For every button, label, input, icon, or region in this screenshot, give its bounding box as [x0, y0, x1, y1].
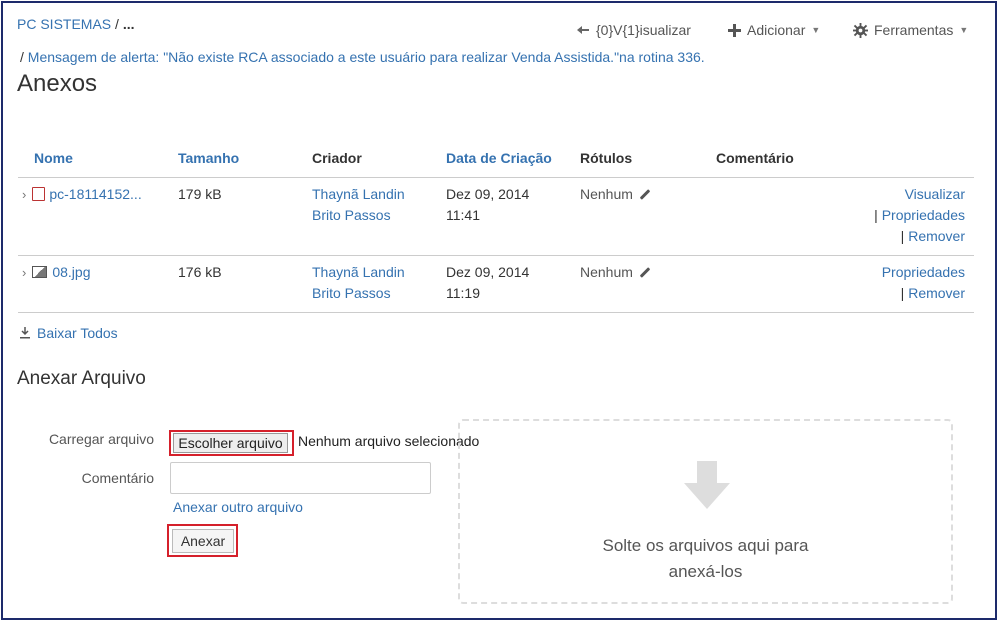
comment-label: Comentário [81, 470, 154, 486]
breadcrumb-separator: / [115, 16, 119, 32]
file-size: 179 kB [178, 186, 222, 202]
time-line: 11:19 [446, 285, 480, 301]
attach-another-link[interactable]: Anexar outro arquivo [173, 499, 303, 515]
action-separator: | [900, 228, 905, 244]
drop-zone[interactable]: Solte os arquivos aqui para anexá-los [458, 419, 953, 604]
creator-line: Thaynã Landin [312, 264, 405, 280]
labels-cell[interactable]: Nenhum [580, 184, 651, 205]
creator-link[interactable]: Thaynã Landin Brito Passos [312, 184, 405, 226]
attach-section-title: Anexar Arquivo [17, 368, 146, 389]
column-header-created[interactable]: Data de Criação [446, 150, 552, 166]
chevron-right-icon[interactable]: › [22, 187, 26, 202]
download-all-label: Baixar Todos [37, 325, 118, 341]
time-line: 11:41 [446, 207, 480, 223]
arrow-left-icon [577, 26, 589, 34]
caret-down-icon: ▼ [811, 25, 821, 35]
attach-button[interactable]: Anexar [172, 529, 234, 553]
creator-link[interactable]: Thaynã Landin Brito Passos [312, 262, 405, 304]
remove-action-link[interactable]: Remover [908, 228, 965, 244]
no-file-text: Nenhum arquivo selecionado [298, 433, 480, 449]
breadcrumb-more[interactable]: ... [123, 16, 135, 32]
download-all-link[interactable]: Baixar Todos [19, 325, 118, 341]
action-separator: | [900, 285, 905, 301]
created-date: Dez 09, 2014 11:41 [446, 184, 529, 226]
drop-text-line2: anexá-los [668, 562, 743, 581]
page-title: Anexos [17, 70, 98, 97]
arrow-down-icon [684, 461, 730, 509]
remove-action-link[interactable]: Remover [908, 285, 965, 301]
properties-action-link[interactable]: Propriedades [882, 262, 965, 283]
choose-file-button[interactable]: Escolher arquivo [173, 433, 288, 453]
image-file-icon [32, 266, 48, 278]
view-label: {0}V{1}isualizar [596, 22, 691, 38]
date-line: Dez 09, 2014 [446, 264, 530, 280]
comment-input[interactable] [170, 462, 431, 494]
alert-link[interactable]: Mensagem de alerta: "Não existe RCA asso… [28, 49, 705, 65]
view-button[interactable]: {0}V{1}isualizar [576, 22, 691, 38]
file-name-link[interactable]: 08.jpg [52, 264, 90, 280]
creator-line: Brito Passos [312, 285, 391, 301]
caret-down-icon: ▼ [959, 25, 969, 35]
breadcrumb: PC SISTEMAS / ... [17, 16, 134, 32]
label-text: Nenhum [580, 264, 633, 280]
table-divider [18, 177, 974, 178]
table-row: › 08.jpg [22, 262, 91, 283]
table-divider [18, 255, 974, 256]
file-name-link[interactable]: pc-18114152... [49, 186, 141, 202]
column-header-creator: Criador [312, 150, 362, 166]
pencil-icon [639, 267, 651, 278]
action-separator: | [874, 207, 878, 223]
breadcrumb-root[interactable]: PC SISTEMAS [17, 16, 111, 32]
tools-label: Ferramentas [874, 22, 954, 38]
created-date: Dez 09, 2014 11:19 [446, 262, 529, 304]
view-action-link[interactable]: Visualizar [874, 184, 965, 205]
alert-breadcrumb: / Mensagem de alerta: "Não existe RCA as… [20, 49, 705, 65]
alert-separator: / [20, 49, 24, 65]
drop-text-line1: Solte os arquivos aqui para [602, 536, 809, 555]
row-actions: Visualizar | Propriedades | Remover [874, 184, 965, 247]
pdf-file-icon [32, 187, 46, 201]
add-label: Adicionar [747, 22, 806, 38]
creator-line: Thaynã Landin [312, 186, 405, 202]
label-text: Nenhum [580, 186, 633, 202]
table-row: › pc-18114152... [22, 184, 142, 205]
table-divider [18, 312, 974, 313]
date-line: Dez 09, 2014 [446, 186, 530, 202]
add-button[interactable]: Adicionar ▼ [728, 22, 820, 38]
column-header-size[interactable]: Tamanho [178, 150, 239, 166]
tools-button[interactable]: Ferramentas ▼ [853, 22, 968, 38]
file-size: 176 kB [178, 264, 222, 280]
plus-icon [728, 23, 741, 37]
labels-cell[interactable]: Nenhum [580, 262, 651, 283]
pencil-icon [639, 189, 651, 200]
creator-line: Brito Passos [312, 207, 391, 223]
column-header-name[interactable]: Nome [34, 150, 73, 166]
row-actions: Propriedades | Remover [882, 262, 965, 304]
properties-action-link[interactable]: Propriedades [882, 207, 965, 223]
chevron-right-icon[interactable]: › [22, 265, 26, 280]
upload-label: Carregar arquivo [48, 431, 154, 447]
column-header-comment: Comentário [716, 150, 794, 166]
column-header-labels: Rótulos [580, 150, 633, 166]
gear-icon [853, 22, 868, 38]
download-icon [20, 327, 30, 339]
